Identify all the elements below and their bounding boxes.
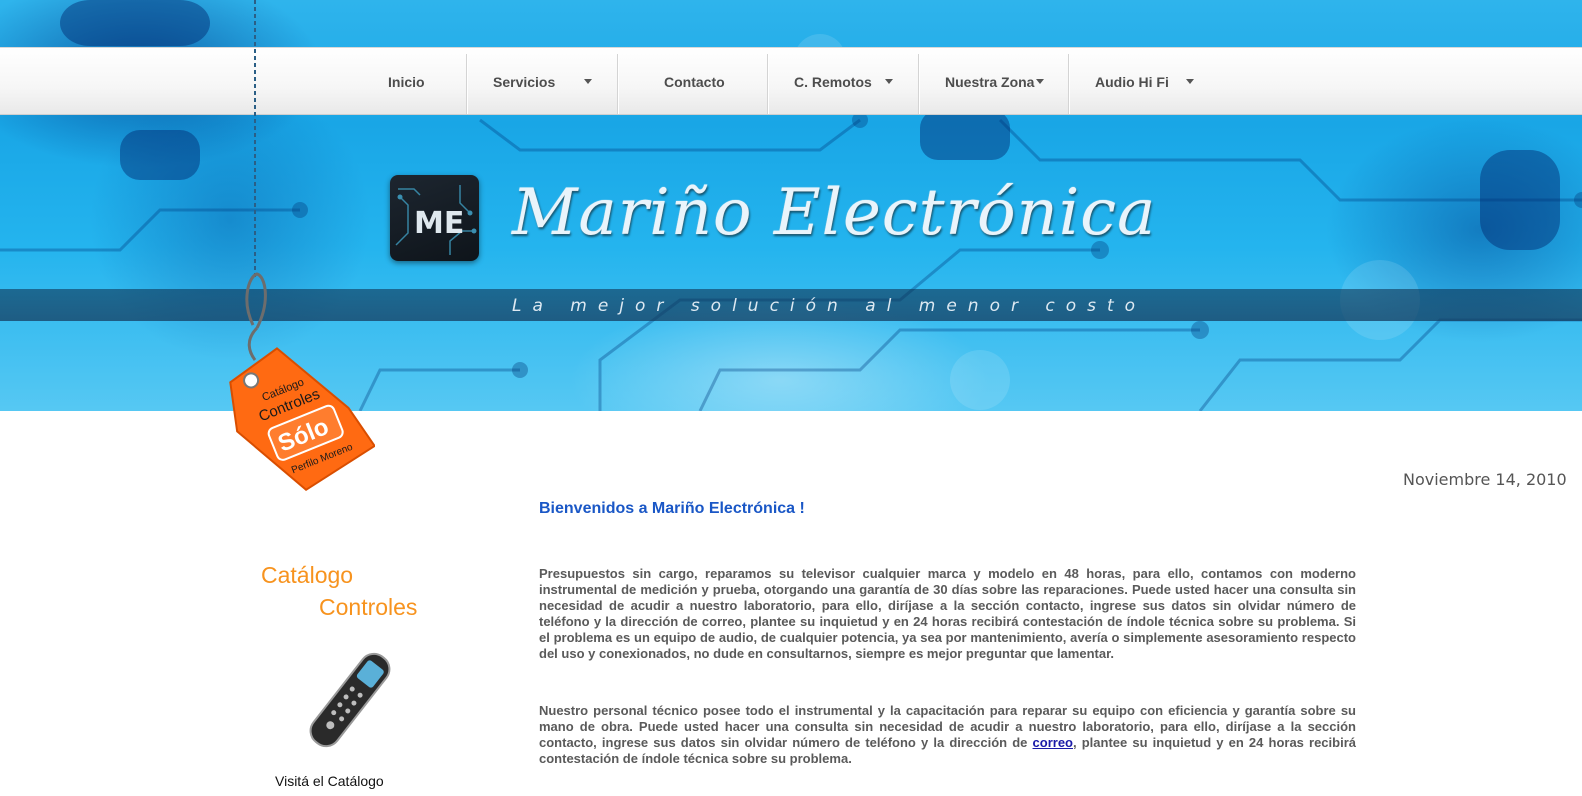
nav-item-label: Servicios — [493, 74, 556, 90]
site-title[interactable]: Mariño Electrónica — [512, 176, 1156, 250]
logo-icon[interactable]: ME — [390, 175, 479, 261]
chevron-down-icon[interactable] — [1186, 79, 1194, 84]
nav-item-nuestra-zona[interactable]: Nuestra Zona — [945, 48, 1034, 116]
logo-mark-graphic: ME — [395, 185, 477, 255]
nav-item-c-remotos[interactable]: C. Remotos — [794, 48, 872, 116]
catalog-title-line1: Catálogo — [261, 562, 354, 588]
nav-item-label: Inicio — [388, 74, 425, 90]
nav-divider — [466, 54, 468, 114]
nav-item-servicios[interactable]: Servicios — [493, 48, 555, 116]
nav-divider — [767, 54, 769, 114]
nav-item-contacto[interactable]: Contacto — [664, 48, 725, 116]
page: La mejor solución al menor costo ME Mari… — [0, 0, 1582, 796]
visit-catalog-link[interactable]: Visitá el Catálogo — [275, 773, 384, 789]
tagline: La mejor solución al menor costo — [512, 296, 1147, 316]
nav-item-inicio[interactable]: Inicio — [388, 48, 425, 116]
chevron-down-icon[interactable] — [1036, 79, 1044, 84]
logo-mark-text: ME — [414, 206, 464, 241]
email-link[interactable]: correo — [1033, 735, 1073, 750]
staff-paragraph: Nuestro personal técnico posee todo el i… — [539, 703, 1356, 767]
chain-icon — [254, 0, 256, 280]
intro-paragraph: Presupuestos sin cargo, reparamos su tel… — [539, 566, 1356, 661]
nav-item-label: C. Remotos — [794, 74, 872, 90]
nav-item-audio-hi-fi[interactable]: Audio Hi Fi — [1095, 48, 1169, 116]
nav-divider — [617, 54, 619, 114]
nav-item-label: Nuestra Zona — [945, 74, 1035, 90]
chevron-down-icon[interactable] — [584, 79, 592, 84]
welcome-heading: Bienvenidos a Mariño Electrónica ! — [539, 500, 805, 517]
nav-divider — [918, 54, 920, 114]
nav-item-label: Contacto — [664, 74, 725, 90]
catalog-title-line2: Controles — [319, 594, 418, 620]
remote-control-icon[interactable] — [295, 650, 405, 750]
nav-item-label: Audio Hi Fi — [1095, 74, 1169, 90]
nav-divider — [1068, 54, 1070, 114]
chevron-down-icon[interactable] — [885, 79, 893, 84]
main-nav: Inicio Servicios Contacto C. Remotos Nue… — [0, 47, 1582, 115]
catalog-tag-icon[interactable]: Catálogo Controles Sólo Perfilo Moreno — [205, 270, 375, 495]
current-date: Noviembre 14, 2010 — [1403, 470, 1567, 489]
